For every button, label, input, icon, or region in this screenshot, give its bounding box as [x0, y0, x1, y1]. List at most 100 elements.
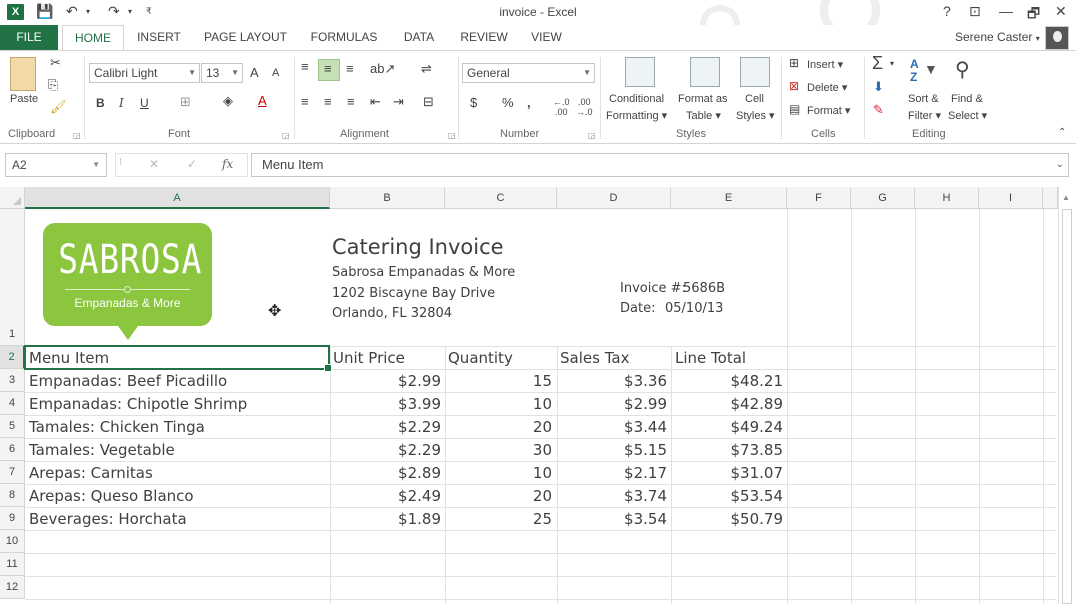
table-cell[interactable]: 25	[445, 508, 552, 530]
table-cell[interactable]: $2.99	[330, 370, 441, 392]
header-line-total[interactable]: Line Total	[675, 347, 746, 369]
cell-styles-button-line2[interactable]: Styles ▾	[736, 109, 775, 122]
format-as-table-icon[interactable]	[690, 57, 720, 87]
row-header-2[interactable]: 2	[0, 346, 25, 369]
tab-page-layout[interactable]: PAGE LAYOUT	[198, 25, 293, 50]
conditional-formatting-button-line2[interactable]: Formatting ▾	[606, 109, 667, 122]
table-cell[interactable]: Empanadas: Beef Picadillo	[29, 370, 227, 392]
row-header-8[interactable]: 8	[0, 484, 25, 507]
enter-icon[interactable]: ✓	[187, 157, 197, 171]
table-cell[interactable]: 20	[445, 485, 552, 507]
tab-home[interactable]: HOME	[62, 25, 124, 50]
table-cell[interactable]: $2.99	[557, 393, 667, 415]
find-select-button[interactable]: Find &	[951, 93, 983, 105]
header-sales-tax[interactable]: Sales Tax	[560, 347, 629, 369]
row-header-11[interactable]: 11	[0, 553, 25, 576]
font-name-combo[interactable]: Calibri Light ▼	[89, 63, 200, 83]
worksheet-grid[interactable]: A B C D E F G H I 1 2 3 4 5 6 7 8 9 10 1…	[0, 187, 1076, 604]
autosum-icon[interactable]: Σ	[872, 53, 883, 74]
copy-icon[interactable]: ⎘	[48, 77, 58, 93]
table-cell[interactable]: Beverages: Horchata	[29, 508, 187, 530]
tab-file[interactable]: FILE	[0, 25, 58, 50]
underline-button[interactable]: U	[140, 96, 149, 110]
row-header-10[interactable]: 10	[0, 530, 25, 553]
row-header-7[interactable]: 7	[0, 461, 25, 484]
merge-center-icon[interactable]: ⊟	[423, 94, 434, 110]
cell-styles-button[interactable]: Cell	[745, 93, 764, 105]
borders-icon[interactable]: ⊞	[180, 94, 191, 110]
name-box[interactable]: A2 ▼	[5, 153, 107, 177]
scroll-up-icon[interactable]: ▲	[1062, 193, 1070, 202]
paste-button[interactable]: Paste	[10, 93, 38, 105]
table-cell[interactable]: $5.15	[557, 439, 667, 461]
table-cell[interactable]: $1.89	[330, 508, 441, 530]
orientation-icon[interactable]: ab↗	[370, 61, 395, 77]
currency-format-icon[interactable]: $	[470, 95, 477, 110]
column-header-h[interactable]: H	[915, 187, 979, 209]
percent-format-icon[interactable]: %	[502, 95, 514, 110]
dialog-launcher-icon[interactable]: ◲	[282, 131, 290, 140]
format-cells-button[interactable]: Format ▾	[807, 104, 850, 117]
column-header-d[interactable]: D	[557, 187, 671, 209]
header-unit-price[interactable]: Unit Price	[333, 347, 405, 369]
expand-formula-bar-icon[interactable]: ⌄	[1056, 154, 1064, 176]
table-cell[interactable]: 10	[445, 393, 552, 415]
comma-format-icon[interactable]: ,	[527, 95, 531, 110]
company-logo[interactable]: SABROSA Empanadas & More	[43, 223, 212, 340]
format-as-table-button-line2[interactable]: Table ▾	[686, 109, 721, 122]
sort-filter-button-line2[interactable]: Filter ▾	[908, 109, 941, 122]
dialog-launcher-icon[interactable]: ◲	[588, 131, 596, 140]
row-header-1[interactable]: 1	[0, 209, 25, 346]
sort-filter-icon[interactable]: A Z ▼	[910, 57, 942, 85]
table-cell[interactable]: $3.44	[557, 416, 667, 438]
user-name[interactable]: Serene Caster	[955, 30, 1032, 44]
avatar[interactable]	[1045, 26, 1069, 50]
tab-view[interactable]: VIEW	[524, 25, 569, 50]
column-header-a[interactable]: A	[25, 187, 330, 209]
table-cell[interactable]: 15	[445, 370, 552, 392]
user-account[interactable]: Serene Caster ▾	[955, 30, 1040, 44]
table-cell[interactable]: $2.29	[330, 416, 441, 438]
format-as-table-button[interactable]: Format as	[678, 93, 728, 105]
table-cell[interactable]: Arepas: Carnitas	[29, 462, 153, 484]
binoculars-icon[interactable]: ⚲	[955, 57, 970, 82]
font-color-icon[interactable]: A	[258, 93, 267, 108]
decrease-decimal-icon[interactable]: .00 →.0	[576, 97, 593, 117]
help-icon[interactable]: ?	[943, 3, 951, 19]
tab-formulas[interactable]: FORMULAS	[303, 25, 385, 50]
insert-cells-icon[interactable]: ⊞	[789, 56, 799, 70]
close-icon[interactable]: ✕	[1055, 3, 1067, 20]
table-cell[interactable]: $53.54	[671, 485, 784, 507]
table-cell[interactable]: Empanadas: Chipotle Shrimp	[29, 393, 247, 415]
chevron-down-icon[interactable]: ▾	[890, 59, 894, 68]
table-cell[interactable]: Tamales: Vegetable	[29, 439, 175, 461]
table-cell[interactable]: $48.21	[671, 370, 784, 392]
decrease-indent-icon[interactable]: ⇤	[370, 94, 381, 110]
font-size-combo[interactable]: 13 ▼	[201, 63, 243, 83]
table-cell[interactable]: $2.49	[330, 485, 441, 507]
table-cell[interactable]: $73.85	[671, 439, 784, 461]
bottom-align-icon[interactable]: ≡	[346, 61, 354, 76]
row-header-5[interactable]: 5	[0, 415, 25, 438]
increase-decimal-icon[interactable]: ←.0.00	[553, 97, 570, 117]
table-cell[interactable]: 20	[445, 416, 552, 438]
user-dropdown-icon[interactable]: ▾	[1036, 34, 1040, 43]
top-align-icon[interactable]: ≡	[301, 59, 309, 74]
align-center-icon[interactable]: ≡	[324, 94, 332, 109]
table-cell[interactable]: $3.36	[557, 370, 667, 392]
table-cell[interactable]: $3.54	[557, 508, 667, 530]
row-header-3[interactable]: 3	[0, 369, 25, 392]
column-header-c[interactable]: C	[445, 187, 557, 209]
table-cell[interactable]: $3.99	[330, 393, 441, 415]
column-header-g[interactable]: G	[851, 187, 915, 209]
row-header-4[interactable]: 4	[0, 392, 25, 415]
column-header-f[interactable]: F	[787, 187, 851, 209]
table-cell[interactable]: $31.07	[671, 462, 784, 484]
cell-styles-icon[interactable]	[740, 57, 770, 87]
formula-input[interactable]: Menu Item ⌄	[251, 153, 1069, 177]
row-header-9[interactable]: 9	[0, 507, 25, 530]
clear-icon[interactable]: ✎	[873, 102, 884, 118]
dialog-launcher-icon[interactable]: ◲	[448, 131, 456, 140]
vertical-scrollbar[interactable]: ▲	[1058, 187, 1075, 604]
collapse-ribbon-icon[interactable]: ⌃	[1058, 127, 1066, 138]
